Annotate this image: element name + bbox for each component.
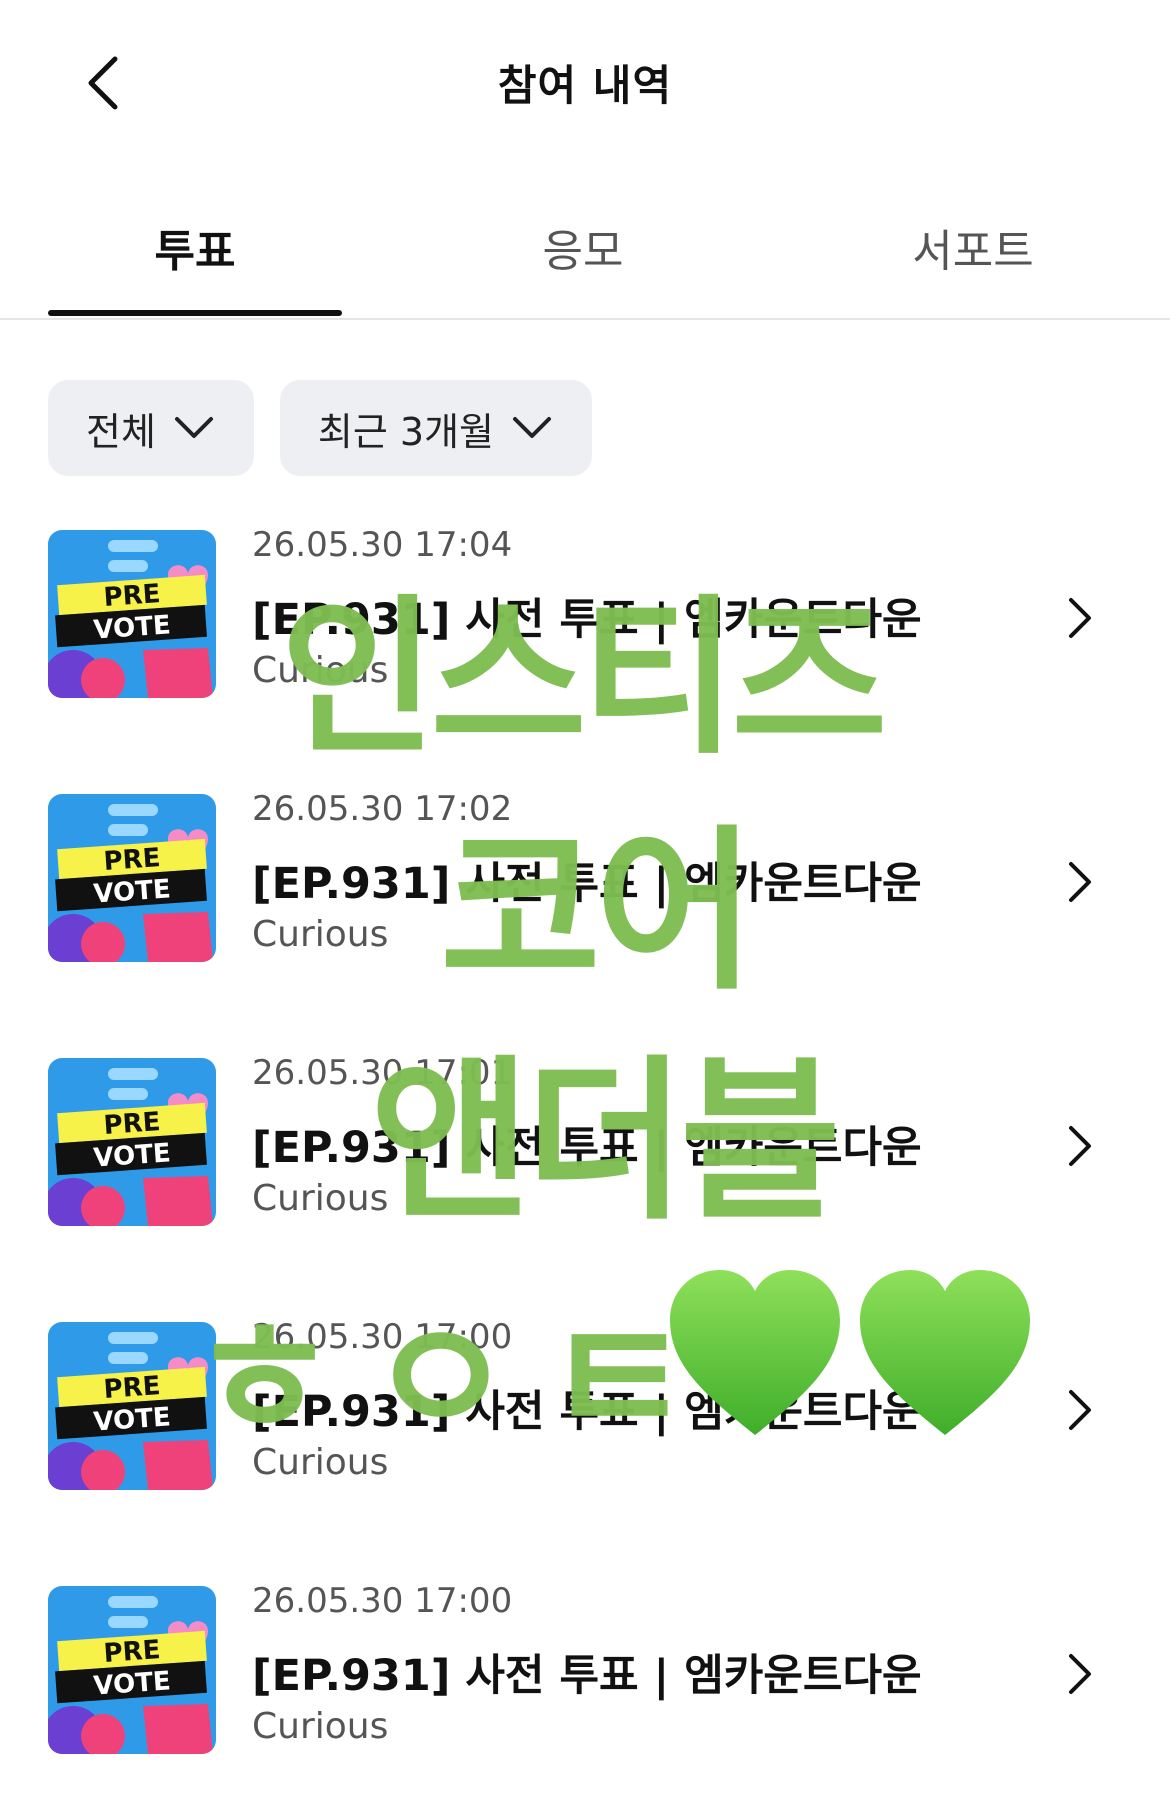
- thumbnail-text-vote: VOTE: [93, 1666, 172, 1701]
- item-title: [EP.931] 사전 투표 | 엠카운트다운: [252, 595, 922, 645]
- thumbnail-text-pre: PRE: [103, 1635, 162, 1669]
- thumbnail-text-vote: VOTE: [93, 874, 172, 909]
- pre-vote-thumbnail: PRE VOTE: [48, 794, 216, 962]
- list-item[interactable]: PRE VOTE 26.05.30 17:04 [EP.931] 사전 투표 |…: [0, 520, 1170, 720]
- tab-vote[interactable]: 투표: [45, 215, 345, 279]
- category-filter-label: 전체: [86, 409, 156, 454]
- item-subtitle: Curious: [252, 1178, 389, 1219]
- list-item[interactable]: PRE VOTE 26.05.30 17:01 [EP.931] 사전 투표 |…: [0, 1048, 1170, 1248]
- tab-entry[interactable]: 응모: [433, 215, 733, 279]
- thumbnail-text-pre: PRE: [103, 1107, 162, 1141]
- item-subtitle: Curious: [252, 650, 389, 691]
- thumbnail-text-pre: PRE: [103, 579, 162, 613]
- list-item[interactable]: PRE VOTE 26.05.30 17:02 [EP.931] 사전 투표 |…: [0, 784, 1170, 984]
- item-date: 26.05.30 17:00: [252, 1581, 513, 1621]
- item-subtitle: Curious: [252, 914, 389, 955]
- category-filter-dropdown[interactable]: 전체: [48, 380, 254, 476]
- chevron-down-icon: [512, 416, 552, 440]
- period-filter-label: 최근 3개월: [317, 409, 495, 454]
- chevron-right-icon: [1060, 1116, 1100, 1176]
- chevron-right-icon: [1060, 852, 1100, 912]
- item-title: [EP.931] 사전 투표 | 엠카운트다운: [252, 859, 922, 909]
- pre-vote-thumbnail: PRE VOTE: [48, 1058, 216, 1226]
- list-item[interactable]: PRE VOTE 26.05.30 17:00 [EP.931] 사전 투표 |…: [0, 1576, 1170, 1776]
- item-title: [EP.931] 사전 투표 | 엠카운트다운: [252, 1387, 922, 1437]
- item-title: [EP.931] 사전 투표 | 엠카운트다운: [252, 1651, 922, 1701]
- chevron-down-icon: [174, 416, 214, 440]
- filter-bar: 전체 최근 3개월: [48, 380, 593, 476]
- thumbnail-text-pre: PRE: [103, 843, 162, 877]
- chevron-right-icon: [1060, 1644, 1100, 1704]
- thumbnail-text-vote: VOTE: [93, 610, 172, 645]
- thumbnail-text-pre: PRE: [103, 1371, 162, 1405]
- top-bar: 참여 내역: [0, 0, 1170, 170]
- item-date: 26.05.30 17:00: [252, 1317, 513, 1357]
- list-item[interactable]: PRE VOTE 26.05.30 17:00 [EP.931] 사전 투표 |…: [0, 1312, 1170, 1512]
- pre-vote-thumbnail: PRE VOTE: [48, 1322, 216, 1490]
- page-title: 참여 내역: [497, 61, 673, 110]
- tab-bar: 투표 응모 서포트: [0, 200, 1170, 320]
- pre-vote-thumbnail: PRE VOTE: [48, 1586, 216, 1754]
- thumbnail-text-vote: VOTE: [93, 1138, 172, 1173]
- item-title: [EP.931] 사전 투표 | 엠카운트다운: [252, 1123, 922, 1173]
- item-date: 26.05.30 17:01: [252, 1053, 513, 1093]
- item-subtitle: Curious: [252, 1706, 389, 1747]
- period-filter-dropdown[interactable]: 최근 3개월: [279, 380, 593, 476]
- tab-support[interactable]: 서포트: [823, 215, 1123, 279]
- item-subtitle: Curious: [252, 1442, 389, 1483]
- pre-vote-thumbnail: PRE VOTE: [48, 530, 216, 698]
- chevron-right-icon: [1060, 1380, 1100, 1440]
- thumbnail-text-vote: VOTE: [93, 1402, 172, 1437]
- item-date: 26.05.30 17:02: [252, 789, 513, 829]
- chevron-right-icon: [1060, 588, 1100, 648]
- item-date: 26.05.30 17:04: [252, 525, 513, 565]
- active-tab-indicator: [48, 310, 342, 316]
